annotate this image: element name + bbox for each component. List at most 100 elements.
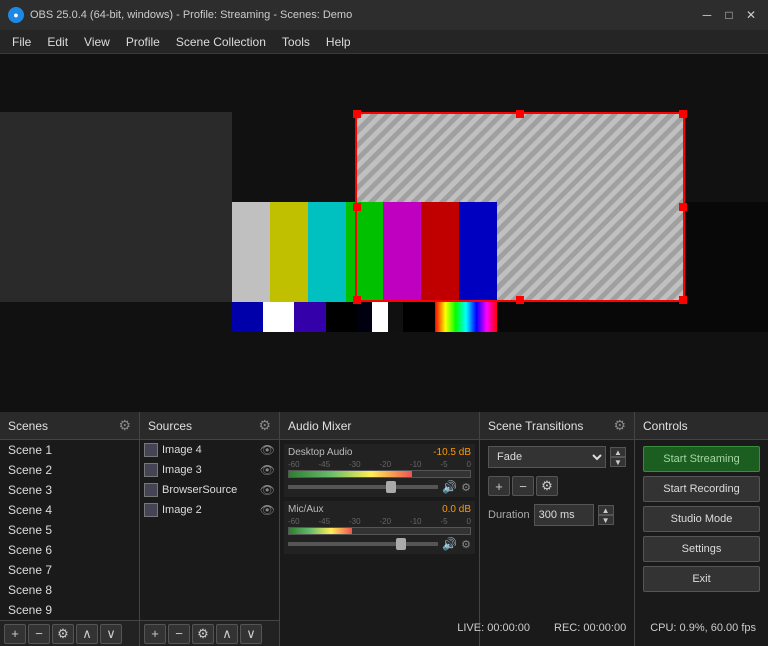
mic-audio-fader-handle[interactable] [396,538,406,550]
sources-config-icon[interactable]: ⚙ [258,417,271,434]
transitions-remove-button[interactable]: − [512,476,534,496]
scene-item-6[interactable]: Scene 6 [0,540,139,560]
exit-button[interactable]: Exit [643,566,760,592]
menu-item-help[interactable]: Help [318,31,359,53]
source-icon-3 [144,503,158,517]
titlebar-title: OBS 25.0.4 (64-bit, windows) - Profile: … [30,9,352,21]
source-visibility-3[interactable]: 👁 [260,503,275,517]
scenes-remove-button[interactable]: − [28,624,50,644]
desktop-audio-settings-icon[interactable]: ⚙ [461,481,471,494]
scene-item-9[interactable]: Scene 9 [0,600,139,620]
transitions-up-arrow[interactable]: ▲ [610,447,626,457]
sources-remove-button[interactable]: − [168,624,190,644]
mic-audio-volume-icon[interactable]: 🔊 [442,537,457,551]
source-visibility-0[interactable]: 👁 [260,443,275,457]
start-streaming-button[interactable]: Start Streaming [643,446,760,472]
scenes-title: Scenes [8,419,48,433]
duration-up-arrow[interactable]: ▲ [598,505,614,515]
desktop-audio-controls: 🔊 ⚙ [288,480,471,494]
duration-down-arrow[interactable]: ▼ [598,515,614,525]
source-item-2[interactable]: BrowserSource👁 [140,480,279,500]
sources-up-button[interactable]: ∧ [216,624,238,644]
menu-item-file[interactable]: File [4,31,39,53]
sources-add-button[interactable]: + [144,624,166,644]
live-label: LIVE: [457,622,484,634]
source-visibility-1[interactable]: 👁 [260,463,275,477]
maximize-button[interactable]: □ [720,6,738,24]
controls-content: Start Streaming Start Recording Studio M… [635,440,768,646]
desktop-audio-label: Desktop Audio [288,447,353,458]
handle-middle-right[interactable] [679,203,687,211]
scene-item-4[interactable]: Scene 4 [0,500,139,520]
scene-item-7[interactable]: Scene 7 [0,560,139,580]
mic-audio-db: 0.0 dB [442,504,471,515]
close-button[interactable]: ✕ [742,6,760,24]
desktop-audio-fader[interactable] [288,485,438,489]
rec-status: REC: 00:00:00 [554,622,626,634]
source-visibility-2[interactable]: 👁 [260,483,275,497]
scene-transitions-panel: Scene Transitions ⚙ Fade ▲ ▼ + − ⚙ [480,412,635,646]
handle-bottom-left[interactable] [353,296,361,304]
studio-mode-button[interactable]: Studio Mode [643,506,760,532]
scene-item-2[interactable]: Scene 2 [0,460,139,480]
cpu-label: CPU: [650,622,676,634]
handle-bottom-center[interactable] [516,296,524,304]
cpu-status: CPU: 0.9%, 60.00 fps [650,622,756,634]
transitions-config-icon[interactable]: ⚙ [613,417,626,434]
source-name-1: Image 3 [162,464,202,476]
desktop-audio-db: -10.5 dB [433,447,471,458]
menu-item-tools[interactable]: Tools [274,31,318,53]
duration-input[interactable] [534,504,594,526]
source-item-3[interactable]: Image 2👁 [140,500,279,520]
scene-item-5[interactable]: Scene 5 [0,520,139,540]
desktop-audio-meter-fill [289,471,412,477]
source-item-1[interactable]: Image 3 👁 [140,460,279,480]
live-status: LIVE: 00:00:00 [457,622,530,634]
minimize-button[interactable]: ─ [698,6,716,24]
mic-audio-meter [288,527,471,535]
transitions-settings-button[interactable]: ⚙ [536,476,558,496]
start-recording-button[interactable]: Start Recording [643,476,760,502]
controls-header: Controls [635,412,768,440]
menu-item-profile[interactable]: Profile [118,31,168,53]
handle-top-left[interactable] [353,110,361,118]
transitions-down-arrow[interactable]: ▼ [610,457,626,467]
menu-item-edit[interactable]: Edit [39,31,76,53]
transitions-content: Fade ▲ ▼ + − ⚙ Duration ▲ [480,440,634,646]
scene-item-3[interactable]: Scene 3 [0,480,139,500]
scene-item-1[interactable]: Scene 1 [0,440,139,460]
menu-item-view[interactable]: View [76,31,118,53]
handle-bottom-right[interactable] [679,296,687,304]
transitions-add-button[interactable]: + [488,476,510,496]
scenes-settings-button[interactable]: ⚙ [52,624,74,644]
scenes-panel: Scenes ⚙ Scene 1Scene 2Scene 3Scene 4Sce… [0,412,140,646]
handle-top-center[interactable] [516,110,524,118]
duration-arrow-buttons: ▲ ▼ [598,505,614,525]
scenes-add-button[interactable]: + [4,624,26,644]
audio-track-mic: Mic/Aux 0.0 dB -60-45-30-20-10-50 🔊 [284,501,475,554]
desktop-audio-volume-icon[interactable]: 🔊 [442,480,457,494]
scenes-down-button[interactable]: ∨ [100,624,122,644]
cpu-value: 0.9%, 60.00 fps [680,622,756,634]
scene-item-8[interactable]: Scene 8 [0,580,139,600]
settings-button[interactable]: Settings [643,536,760,562]
transitions-type-select[interactable]: Fade [488,446,606,468]
meter-labels-desktop: -60-45-30-20-10-50 [288,460,471,469]
mic-audio-settings-icon[interactable]: ⚙ [461,538,471,551]
scenes-up-button[interactable]: ∧ [76,624,98,644]
source-item-0[interactable]: Image 4👁 [140,440,279,460]
desktop-audio-fader-handle[interactable] [386,481,396,493]
app-icon: ● [8,7,24,23]
handle-top-right[interactable] [679,110,687,118]
desktop-audio-meter [288,470,471,478]
sources-settings-button[interactable]: ⚙ [192,624,214,644]
selection-box[interactable] [355,112,685,302]
panels-container: Scenes ⚙ Scene 1Scene 2Scene 3Scene 4Sce… [0,412,768,646]
scenes-config-icon[interactable]: ⚙ [118,417,131,434]
handle-middle-left[interactable] [353,203,361,211]
scenes-header: Scenes ⚙ [0,412,139,440]
sources-down-button[interactable]: ∨ [240,624,262,644]
transitions-arrow-buttons: ▲ ▼ [610,447,626,467]
menu-item-scene-collection[interactable]: Scene Collection [168,31,274,53]
mic-audio-fader[interactable] [288,542,438,546]
